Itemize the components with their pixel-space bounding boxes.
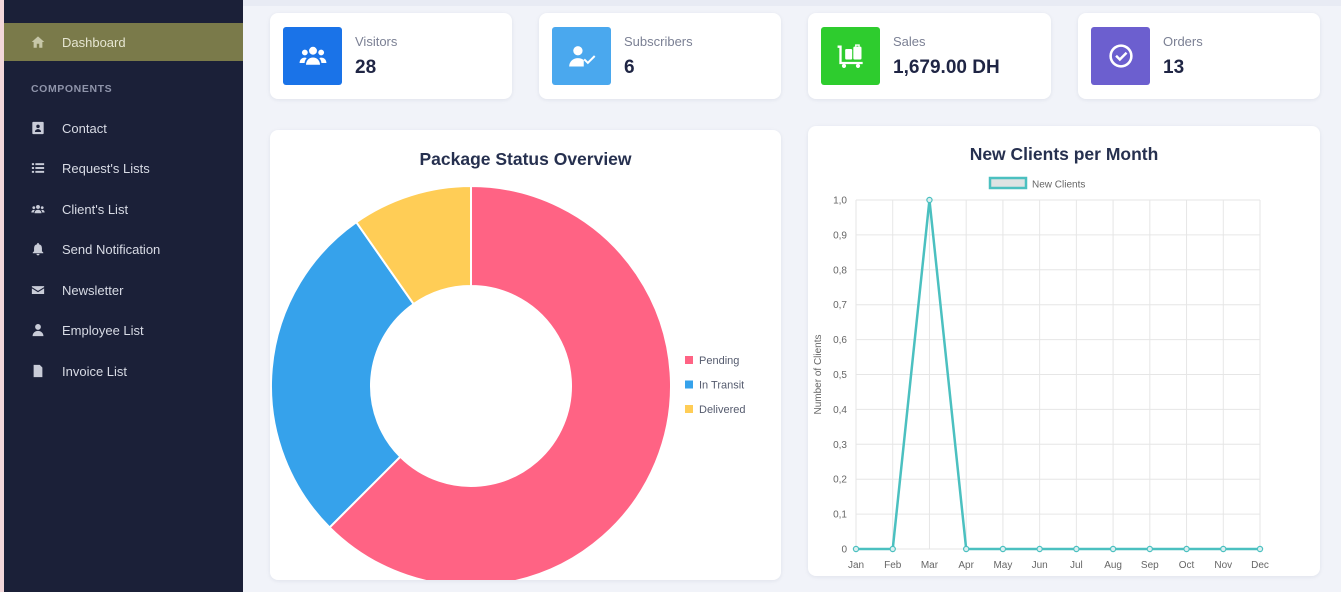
home-icon [31,35,45,49]
users-icon [283,27,342,85]
x-tick-label: Jul [1070,560,1083,571]
sidebar-item-label: Request's Lists [62,160,150,176]
legend-swatch [685,380,693,389]
y-tick-label: 0 [841,545,847,556]
x-tick-label: Sep [1141,560,1159,571]
stat-label: Subscribers [624,34,693,49]
sidebar-item-employees[interactable]: Employee List [4,316,243,344]
data-point[interactable] [852,545,860,553]
user-icon [31,323,45,337]
check-circle-icon [1091,27,1150,85]
y-tick-label: 0,7 [833,300,847,311]
sidebar-item-label: Employee List [62,322,144,338]
contact-card-icon [31,121,45,135]
sidebar-item-label: Dashboard [62,34,126,50]
sidebar-item-label: Send Notification [62,241,161,257]
data-point[interactable] [1146,545,1154,553]
stat-value: 13 [1163,57,1185,78]
legend-label[interactable]: In Transit [699,380,744,392]
y-axis-title: Number of Clients [813,334,824,414]
stat-card-sales: Sales 1,679.00 DH [808,13,1051,99]
y-tick-label: 0,8 [833,265,847,276]
stat-label: Visitors [355,34,398,49]
stat-value: 1,679.00 DH [893,57,1000,78]
data-point[interactable] [1073,545,1080,553]
envelope-icon [31,283,45,297]
legend-label[interactable]: Delivered [699,404,745,416]
x-tick-label: Apr [958,560,974,571]
stat-card-visitors: Visitors 28 [270,13,512,99]
sidebar-item-contact[interactable]: Contact [4,114,243,142]
legend-label[interactable]: New Clients [1032,180,1085,191]
x-tick-label: Feb [884,560,902,571]
users-icon [31,202,45,216]
y-tick-label: 0,6 [833,335,847,346]
stat-card-subscribers: Subscribers 6 [539,13,781,99]
x-tick-label: Aug [1104,560,1122,571]
y-tick-label: 0,3 [833,440,847,451]
data-point[interactable] [1220,545,1227,553]
y-tick-label: 0,9 [833,230,847,241]
data-point[interactable] [999,545,1007,553]
sidebar-item-label: Newsletter [62,282,124,298]
x-tick-label: Nov [1214,560,1232,571]
sidebar-item-label: Contact [62,120,107,136]
new-clients-chart: 0 0,1 0,2 0,3 0,4 0,5 0,6 0,7 0,8 0,9 1,0 Jan Feb Mar… [813,176,1269,571]
sidebar-item-newsletter[interactable]: Newsletter [4,276,243,304]
bell-icon [31,242,45,256]
luggage-cart-icon [821,27,880,85]
legend-swatch [685,356,693,364]
stat-value: 28 [355,57,377,78]
package-status-card: Package Status Overview Pending In Transi… [270,130,781,580]
y-tick-label: 0,2 [833,475,847,486]
package-status-chart: Pending In Transit Delivered [270,184,745,580]
data-point[interactable] [1256,545,1264,553]
legend-label[interactable]: Pending [699,355,739,367]
legend-swatch [988,176,1028,190]
x-tick-label: Jun [1032,560,1048,571]
y-tick-label: 1,0 [833,196,847,207]
sidebar: Dashboard COMPONENTS Contact Request's L… [4,0,243,592]
sidebar-section-label: COMPONENTS [31,83,113,95]
new-clients-card: New Clients per Month 0 0,1 0,2 0,3 0,4 0,5 0,… [808,126,1320,576]
data-point[interactable] [1036,545,1043,553]
legend-swatch [685,405,693,413]
x-tick-label: Mar [921,560,939,571]
sidebar-item-requests[interactable]: Request's Lists [4,154,243,182]
data-point[interactable] [1183,545,1190,553]
stat-label: Orders [1163,34,1203,49]
data-point[interactable] [962,545,970,553]
sidebar-item-notification[interactable]: Send Notification [4,235,243,263]
x-tick-label: Jan [848,560,864,571]
data-point[interactable] [926,196,933,204]
data-point[interactable] [889,545,896,553]
list-icon [31,161,45,175]
sidebar-item-label: Client's List [62,201,129,217]
y-tick-label: 0,1 [833,510,847,521]
invoice-icon [31,364,45,378]
top-bar [243,0,1341,6]
x-tick-label: Oct [1179,560,1195,571]
sidebar-item-label: Invoice List [62,363,128,379]
x-tick-label: May [993,560,1012,571]
y-tick-label: 0,5 [833,370,847,381]
y-tick-label: 0,4 [833,405,847,416]
sidebar-item-dashboard[interactable]: Dashboard [4,23,243,61]
stat-label: Sales [893,34,926,49]
sidebar-item-invoices[interactable]: Invoice List [4,357,243,385]
x-tick-label: Dec [1251,560,1269,571]
sidebar-item-clients[interactable]: Client's List [4,195,243,223]
data-point[interactable] [1109,545,1117,553]
stat-card-orders: Orders 13 [1078,13,1320,99]
user-check-icon [552,27,611,85]
stat-value: 6 [624,57,635,78]
